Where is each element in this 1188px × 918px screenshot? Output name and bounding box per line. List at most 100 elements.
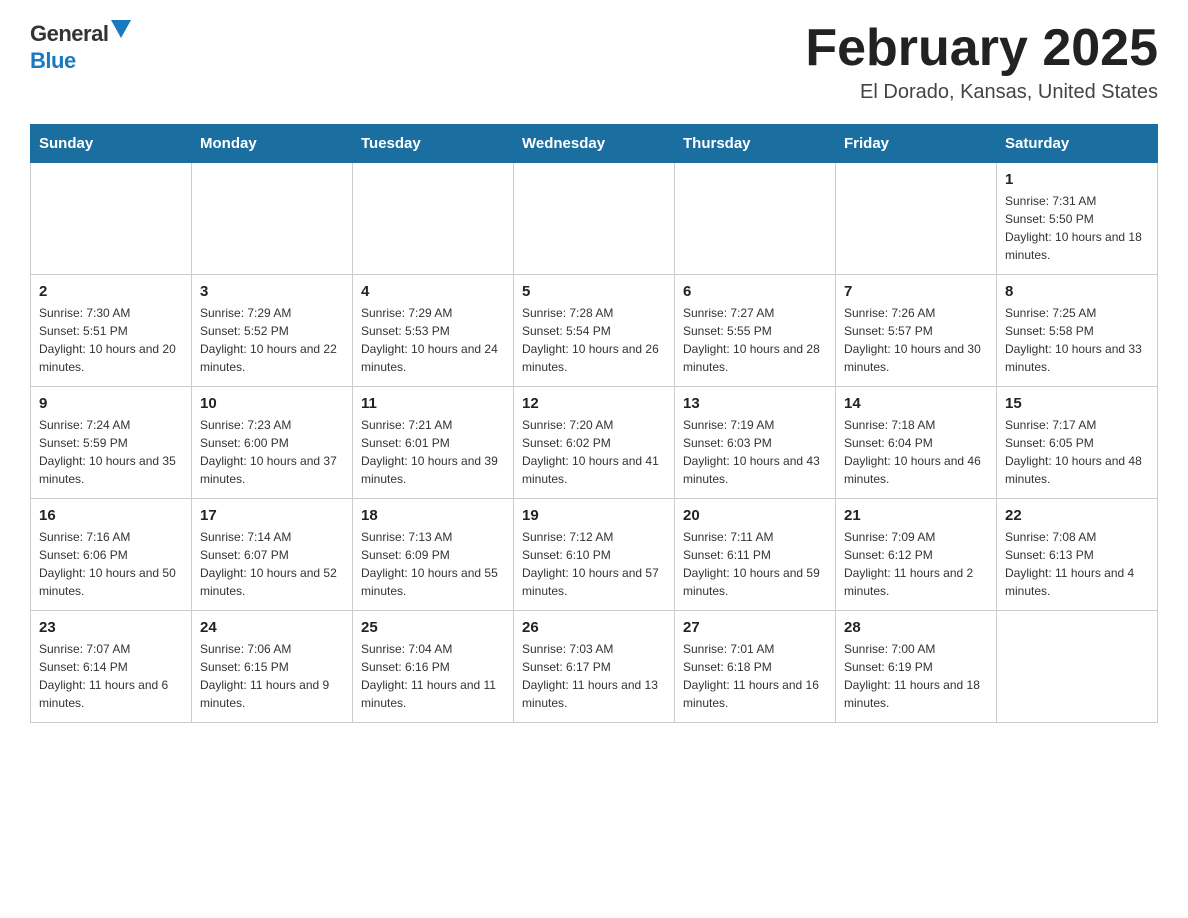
col-tuesday: Tuesday <box>353 125 514 163</box>
col-wednesday: Wednesday <box>514 125 675 163</box>
day-info: Sunrise: 7:08 AMSunset: 6:13 PMDaylight:… <box>1005 528 1149 600</box>
day-number: 11 <box>361 395 505 412</box>
day-info: Sunrise: 7:14 AMSunset: 6:07 PMDaylight:… <box>200 528 344 600</box>
calendar-cell <box>514 163 675 275</box>
calendar-week-5: 23 Sunrise: 7:07 AMSunset: 6:14 PMDayligh… <box>31 611 1158 723</box>
calendar-cell: 13Sunrise: 7:19 AMSunset: 6:03 PMDayligh… <box>675 387 836 499</box>
calendar-cell: 18Sunrise: 7:13 AMSunset: 6:09 PMDayligh… <box>353 499 514 611</box>
calendar-header: Sunday Monday Tuesday Wednesday Thursday… <box>31 125 1158 163</box>
day-number: 24 <box>200 619 344 636</box>
calendar-cell: 20 Sunrise: 7:11 AMSunset: 6:11 PMDayligh… <box>675 499 836 611</box>
day-info: Sunrise: 7:07 AMSunset: 6:14 PMDaylight:… <box>39 640 183 712</box>
calendar-cell: 12 Sunrise: 7:20 AMSunset: 6:02 PMDayligh… <box>514 387 675 499</box>
calendar-cell: 9Sunrise: 7:24 AMSunset: 5:59 PMDaylight… <box>31 387 192 499</box>
day-number: 22 <box>1005 507 1149 524</box>
day-number: 12 <box>522 395 666 412</box>
day-number: 28 <box>844 619 988 636</box>
calendar-cell: 6 Sunrise: 7:27 AMSunset: 5:55 PMDaylight… <box>675 275 836 387</box>
day-number: 10 <box>200 395 344 412</box>
day-info: Sunrise: 7:25 AMSunset: 5:58 PMDaylight:… <box>1005 304 1149 376</box>
day-info: Sunrise: 7:00 AMSunset: 6:19 PMDaylight:… <box>844 640 988 712</box>
logo-general: General <box>30 21 108 47</box>
day-number: 15 <box>1005 395 1149 412</box>
day-number: 16 <box>39 507 183 524</box>
logo-container: General Blue <box>30 20 131 74</box>
logo-arrow-icon <box>111 20 131 38</box>
calendar-cell: 21 Sunrise: 7:09 AMSunset: 6:12 PMDayligh… <box>836 499 997 611</box>
calendar-cell: 11 Sunrise: 7:21 AMSunset: 6:01 PMDayligh… <box>353 387 514 499</box>
day-number: 6 <box>683 283 827 300</box>
day-info: Sunrise: 7:09 AMSunset: 6:12 PMDaylight:… <box>844 528 988 600</box>
calendar-cell: 26Sunrise: 7:03 AMSunset: 6:17 PMDayligh… <box>514 611 675 723</box>
day-info: Sunrise: 7:31 AMSunset: 5:50 PMDaylight:… <box>1005 192 1149 264</box>
calendar-cell: 1 Sunrise: 7:31 AMSunset: 5:50 PMDaylight… <box>997 163 1158 275</box>
day-number: 25 <box>361 619 505 636</box>
day-number: 3 <box>200 283 344 300</box>
page-header: General Blue February 2025 El Dorado, Ka… <box>30 20 1158 104</box>
calendar-week-1: 1 Sunrise: 7:31 AMSunset: 5:50 PMDaylight… <box>31 163 1158 275</box>
day-info: Sunrise: 7:18 AMSunset: 6:04 PMDaylight:… <box>844 416 988 488</box>
calendar-cell: 25Sunrise: 7:04 AMSunset: 6:16 PMDayligh… <box>353 611 514 723</box>
calendar-cell: 19 Sunrise: 7:12 AMSunset: 6:10 PMDayligh… <box>514 499 675 611</box>
calendar-cell: 5 Sunrise: 7:28 AMSunset: 5:54 PMDaylight… <box>514 275 675 387</box>
calendar-week-3: 9Sunrise: 7:24 AMSunset: 5:59 PMDaylight… <box>31 387 1158 499</box>
day-info: Sunrise: 7:12 AMSunset: 6:10 PMDaylight:… <box>522 528 666 600</box>
day-number: 21 <box>844 507 988 524</box>
day-number: 5 <box>522 283 666 300</box>
calendar-cell <box>31 163 192 275</box>
calendar-cell: 3 Sunrise: 7:29 AMSunset: 5:52 PMDaylight… <box>192 275 353 387</box>
day-info: Sunrise: 7:30 AMSunset: 5:51 PMDaylight:… <box>39 304 183 376</box>
header-row: Sunday Monday Tuesday Wednesday Thursday… <box>31 125 1158 163</box>
day-info: Sunrise: 7:11 AMSunset: 6:11 PMDaylight:… <box>683 528 827 600</box>
day-info: Sunrise: 7:28 AMSunset: 5:54 PMDaylight:… <box>522 304 666 376</box>
calendar-cell: 22 Sunrise: 7:08 AMSunset: 6:13 PMDayligh… <box>997 499 1158 611</box>
day-info: Sunrise: 7:29 AMSunset: 5:52 PMDaylight:… <box>200 304 344 376</box>
day-number: 27 <box>683 619 827 636</box>
day-info: Sunrise: 7:17 AMSunset: 6:05 PMDaylight:… <box>1005 416 1149 488</box>
col-monday: Monday <box>192 125 353 163</box>
day-number: 18 <box>361 507 505 524</box>
calendar-cell: 23 Sunrise: 7:07 AMSunset: 6:14 PMDayligh… <box>31 611 192 723</box>
day-info: Sunrise: 7:27 AMSunset: 5:55 PMDaylight:… <box>683 304 827 376</box>
calendar-cell: 2 Sunrise: 7:30 AMSunset: 5:51 PMDaylight… <box>31 275 192 387</box>
day-info: Sunrise: 7:20 AMSunset: 6:02 PMDaylight:… <box>522 416 666 488</box>
calendar-cell: 24 Sunrise: 7:06 AMSunset: 6:15 PMDayligh… <box>192 611 353 723</box>
day-number: 1 <box>1005 171 1149 188</box>
calendar-cell: 10Sunrise: 7:23 AMSunset: 6:00 PMDayligh… <box>192 387 353 499</box>
calendar-cell <box>836 163 997 275</box>
day-number: 19 <box>522 507 666 524</box>
col-sunday: Sunday <box>31 125 192 163</box>
logo: General Blue <box>30 20 131 74</box>
col-thursday: Thursday <box>675 125 836 163</box>
col-saturday: Saturday <box>997 125 1158 163</box>
day-info: Sunrise: 7:26 AMSunset: 5:57 PMDaylight:… <box>844 304 988 376</box>
calendar-week-2: 2 Sunrise: 7:30 AMSunset: 5:51 PMDaylight… <box>31 275 1158 387</box>
calendar-cell <box>675 163 836 275</box>
calendar-cell: 16Sunrise: 7:16 AMSunset: 6:06 PMDayligh… <box>31 499 192 611</box>
day-info: Sunrise: 7:21 AMSunset: 6:01 PMDaylight:… <box>361 416 505 488</box>
month-title: February 2025 <box>805 20 1158 77</box>
calendar-cell: 7Sunrise: 7:26 AMSunset: 5:57 PMDaylight… <box>836 275 997 387</box>
col-friday: Friday <box>836 125 997 163</box>
calendar-cell: 15 Sunrise: 7:17 AMSunset: 6:05 PMDayligh… <box>997 387 1158 499</box>
title-block: February 2025 El Dorado, Kansas, United … <box>805 20 1158 104</box>
calendar-cell: 4Sunrise: 7:29 AMSunset: 5:53 PMDaylight… <box>353 275 514 387</box>
calendar-cell <box>353 163 514 275</box>
day-number: 20 <box>683 507 827 524</box>
day-number: 4 <box>361 283 505 300</box>
calendar-cell: 14 Sunrise: 7:18 AMSunset: 6:04 PMDayligh… <box>836 387 997 499</box>
day-number: 2 <box>39 283 183 300</box>
calendar-cell: 28 Sunrise: 7:00 AMSunset: 6:19 PMDayligh… <box>836 611 997 723</box>
calendar-cell <box>192 163 353 275</box>
day-number: 17 <box>200 507 344 524</box>
calendar-cell: 27 Sunrise: 7:01 AMSunset: 6:18 PMDayligh… <box>675 611 836 723</box>
day-info: Sunrise: 7:01 AMSunset: 6:18 PMDaylight:… <box>683 640 827 712</box>
day-number: 26 <box>522 619 666 636</box>
day-number: 23 <box>39 619 183 636</box>
day-info: Sunrise: 7:06 AMSunset: 6:15 PMDaylight:… <box>200 640 344 712</box>
calendar-cell <box>997 611 1158 723</box>
day-info: Sunrise: 7:19 AMSunset: 6:03 PMDaylight:… <box>683 416 827 488</box>
day-number: 14 <box>844 395 988 412</box>
calendar-week-4: 16Sunrise: 7:16 AMSunset: 6:06 PMDayligh… <box>31 499 1158 611</box>
day-info: Sunrise: 7:24 AMSunset: 5:59 PMDaylight:… <box>39 416 183 488</box>
